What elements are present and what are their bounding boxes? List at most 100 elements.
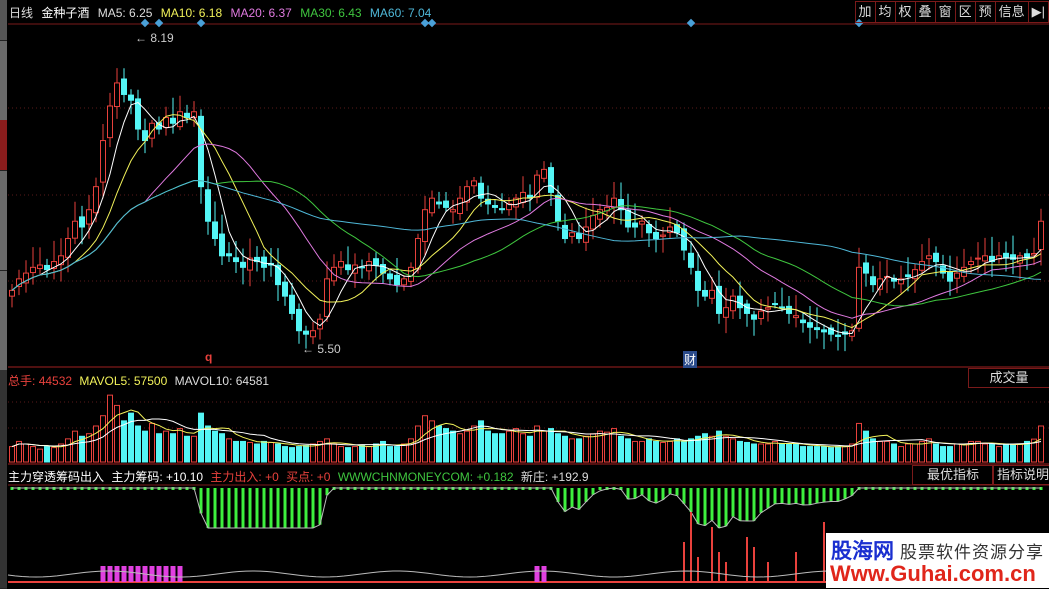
candle-up	[38, 265, 43, 268]
candle-up	[591, 215, 596, 229]
volume-bar	[766, 444, 771, 462]
side-tab[interactable]	[0, 270, 7, 371]
side-tab[interactable]	[0, 370, 7, 589]
volume-bar	[164, 431, 169, 462]
volume-bar	[143, 431, 148, 462]
candle-down	[297, 309, 302, 330]
volume-bar	[479, 421, 484, 462]
magenta-bar	[108, 566, 113, 582]
candle-down	[626, 210, 631, 227]
indicator-help-button[interactable]: 指标说明	[992, 465, 1049, 485]
candle-down	[374, 259, 379, 265]
volume-bar	[787, 444, 792, 462]
volume-bar	[346, 448, 351, 462]
candle-down	[45, 265, 50, 269]
volume-bar	[136, 426, 141, 462]
candle-up	[794, 316, 799, 318]
side-tab-active[interactable]	[0, 120, 7, 171]
volume-bar	[206, 426, 211, 462]
q-marker[interactable]: q	[205, 350, 212, 364]
candle-down	[773, 304, 778, 305]
toolbar-window-button[interactable]: 窗	[935, 1, 956, 23]
volume-bar	[794, 444, 799, 462]
candle-up	[458, 198, 463, 213]
volume-bar	[129, 413, 134, 462]
volume-bar	[731, 439, 736, 462]
candle-up	[17, 279, 22, 287]
candle-down	[654, 232, 659, 238]
candle-down	[437, 202, 442, 204]
candle-up	[402, 279, 407, 285]
high-price-label: ← 8.19	[135, 31, 174, 45]
magenta-bar	[535, 566, 540, 582]
side-tab[interactable]	[0, 0, 7, 41]
volume-bar	[24, 444, 29, 462]
period-label[interactable]: 日线	[9, 6, 33, 20]
ma60-value: MA60: 7.04	[370, 6, 431, 20]
finance-marker[interactable]: 财	[683, 351, 697, 368]
toolbar-collapse-button[interactable]: ▶|	[1028, 1, 1049, 23]
stock-name: 金种子酒	[41, 6, 89, 20]
candle-down	[864, 263, 869, 273]
candle-down	[934, 253, 939, 261]
kline-chart[interactable]	[0, 0, 1049, 588]
volume-bar	[486, 431, 491, 462]
toolbar-average-button[interactable]: 均	[875, 1, 896, 23]
volume-bar	[332, 444, 337, 462]
volume-bar	[1018, 444, 1023, 462]
ma5-value: MA5: 6.25	[98, 6, 153, 20]
volume-bar	[115, 405, 120, 462]
chart-toolbar: 加 均 权 叠 窗 区 预 信息 ▶|	[856, 1, 1049, 23]
buy-point-value: 买点: +0	[286, 470, 330, 484]
candle-up	[612, 198, 617, 207]
watermark: 股海网 股票软件资源分享 Www.Guhai.com.cn	[826, 533, 1049, 588]
candle-up	[710, 290, 715, 298]
volume-bar	[892, 444, 897, 462]
toolbar-add-button[interactable]: 加	[855, 1, 876, 23]
candle-down	[836, 335, 841, 336]
volume-bar	[808, 447, 813, 462]
volume-bar	[234, 441, 239, 462]
volume-bar	[815, 447, 820, 462]
toolbar-overlay-button[interactable]: 叠	[915, 1, 936, 23]
volume-bar	[500, 434, 505, 462]
magenta-bar	[136, 566, 141, 582]
volume-bar	[402, 444, 407, 462]
side-tab[interactable]	[0, 40, 7, 121]
volume-panel-button[interactable]: 成交量	[968, 368, 1049, 388]
volume-bar	[773, 441, 778, 462]
best-indicator-button[interactable]: 最优指标	[912, 465, 994, 485]
toolbar-rights-button[interactable]: 权	[895, 1, 916, 23]
candle-down	[703, 290, 708, 296]
toolbar-forecast-button[interactable]: 预	[975, 1, 996, 23]
candle-down	[633, 223, 638, 227]
ma10-value: MA10: 6.18	[161, 6, 222, 20]
magenta-bar	[164, 566, 169, 582]
candle-down	[871, 277, 876, 285]
toolbar-range-button[interactable]: 区	[955, 1, 976, 23]
candle-down	[738, 296, 743, 308]
candle-down	[290, 295, 295, 313]
toolbar-info-button[interactable]: 信息	[995, 1, 1029, 23]
left-side-tabs[interactable]	[0, 0, 7, 588]
flow-green-dot	[599, 487, 602, 490]
volume-bar	[199, 413, 204, 462]
indicator-name: 主力穿透筹码出入	[8, 470, 104, 484]
volume-bar	[388, 447, 393, 462]
side-tab[interactable]	[0, 170, 7, 271]
volume-bar	[94, 426, 99, 462]
candle-up	[640, 221, 645, 224]
volume-bar	[591, 434, 596, 462]
site-value: WWWCHNMONEYCOM: +0.182	[338, 470, 514, 484]
candle-up	[73, 221, 78, 238]
candle-down	[234, 258, 239, 262]
indicator-legend: 主力穿透筹码出入 主力筹码: +10.10 主力出入: +0 买点: +0 WW…	[8, 468, 593, 485]
candle-up	[66, 239, 71, 258]
volume-bar	[73, 431, 78, 462]
volume-bar	[157, 434, 162, 462]
candle-down	[276, 265, 281, 284]
volume-bar	[626, 439, 631, 462]
candle-down	[500, 209, 505, 210]
candle-down	[122, 79, 127, 94]
candle-down	[283, 282, 288, 296]
